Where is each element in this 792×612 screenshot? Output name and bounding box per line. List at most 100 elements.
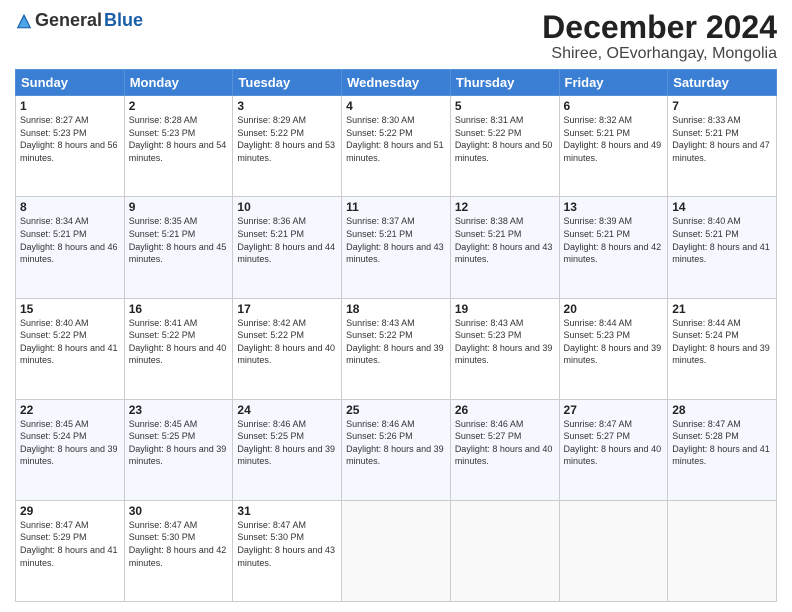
day-number: 9: [129, 200, 229, 214]
day-info: Sunrise: 8:36 AMSunset: 5:21 PMDaylight:…: [237, 215, 337, 265]
calendar-week-row: 8 Sunrise: 8:34 AMSunset: 5:21 PMDayligh…: [16, 197, 777, 298]
table-row: [450, 500, 559, 601]
table-row: 19 Sunrise: 8:43 AMSunset: 5:23 PMDaylig…: [450, 298, 559, 399]
table-row: 21 Sunrise: 8:44 AMSunset: 5:24 PMDaylig…: [668, 298, 777, 399]
day-number: 25: [346, 403, 446, 417]
day-number: 30: [129, 504, 229, 518]
day-info: Sunrise: 8:40 AMSunset: 5:22 PMDaylight:…: [20, 317, 120, 367]
col-thursday: Thursday: [450, 70, 559, 96]
table-row: 1 Sunrise: 8:27 AMSunset: 5:23 PMDayligh…: [16, 96, 125, 197]
table-row: 5 Sunrise: 8:31 AMSunset: 5:22 PMDayligh…: [450, 96, 559, 197]
day-info: Sunrise: 8:27 AMSunset: 5:23 PMDaylight:…: [20, 114, 120, 164]
day-number: 20: [564, 302, 664, 316]
calendar-week-row: 22 Sunrise: 8:45 AMSunset: 5:24 PMDaylig…: [16, 399, 777, 500]
logo-blue-text: Blue: [104, 10, 143, 31]
day-info: Sunrise: 8:39 AMSunset: 5:21 PMDaylight:…: [564, 215, 664, 265]
day-number: 7: [672, 99, 772, 113]
col-saturday: Saturday: [668, 70, 777, 96]
table-row: 11 Sunrise: 8:37 AMSunset: 5:21 PMDaylig…: [342, 197, 451, 298]
table-row: 14 Sunrise: 8:40 AMSunset: 5:21 PMDaylig…: [668, 197, 777, 298]
col-sunday: Sunday: [16, 70, 125, 96]
day-info: Sunrise: 8:31 AMSunset: 5:22 PMDaylight:…: [455, 114, 555, 164]
page: GeneralBlue December 2024 Shiree, OEvorh…: [0, 0, 792, 612]
day-number: 3: [237, 99, 337, 113]
day-info: Sunrise: 8:44 AMSunset: 5:23 PMDaylight:…: [564, 317, 664, 367]
table-row: 6 Sunrise: 8:32 AMSunset: 5:21 PMDayligh…: [559, 96, 668, 197]
table-row: 31 Sunrise: 8:47 AMSunset: 5:30 PMDaylig…: [233, 500, 342, 601]
day-info: Sunrise: 8:43 AMSunset: 5:23 PMDaylight:…: [455, 317, 555, 367]
col-monday: Monday: [124, 70, 233, 96]
logo-icon: [15, 12, 33, 30]
day-number: 15: [20, 302, 120, 316]
day-number: 5: [455, 99, 555, 113]
day-info: Sunrise: 8:43 AMSunset: 5:22 PMDaylight:…: [346, 317, 446, 367]
day-number: 2: [129, 99, 229, 113]
table-row: 29 Sunrise: 8:47 AMSunset: 5:29 PMDaylig…: [16, 500, 125, 601]
day-number: 8: [20, 200, 120, 214]
day-number: 23: [129, 403, 229, 417]
table-row: 18 Sunrise: 8:43 AMSunset: 5:22 PMDaylig…: [342, 298, 451, 399]
table-row: 2 Sunrise: 8:28 AMSunset: 5:23 PMDayligh…: [124, 96, 233, 197]
day-number: 4: [346, 99, 446, 113]
table-row: 24 Sunrise: 8:46 AMSunset: 5:25 PMDaylig…: [233, 399, 342, 500]
day-number: 11: [346, 200, 446, 214]
month-title: December 2024: [542, 10, 777, 45]
table-row: 10 Sunrise: 8:36 AMSunset: 5:21 PMDaylig…: [233, 197, 342, 298]
table-row: 28 Sunrise: 8:47 AMSunset: 5:28 PMDaylig…: [668, 399, 777, 500]
day-info: Sunrise: 8:40 AMSunset: 5:21 PMDaylight:…: [672, 215, 772, 265]
day-info: Sunrise: 8:34 AMSunset: 5:21 PMDaylight:…: [20, 215, 120, 265]
day-info: Sunrise: 8:45 AMSunset: 5:24 PMDaylight:…: [20, 418, 120, 468]
day-info: Sunrise: 8:33 AMSunset: 5:21 PMDaylight:…: [672, 114, 772, 164]
day-info: Sunrise: 8:47 AMSunset: 5:29 PMDaylight:…: [20, 519, 120, 569]
calendar-week-row: 15 Sunrise: 8:40 AMSunset: 5:22 PMDaylig…: [16, 298, 777, 399]
day-number: 12: [455, 200, 555, 214]
table-row: 17 Sunrise: 8:42 AMSunset: 5:22 PMDaylig…: [233, 298, 342, 399]
col-wednesday: Wednesday: [342, 70, 451, 96]
day-number: 27: [564, 403, 664, 417]
day-number: 21: [672, 302, 772, 316]
day-info: Sunrise: 8:44 AMSunset: 5:24 PMDaylight:…: [672, 317, 772, 367]
table-row: 23 Sunrise: 8:45 AMSunset: 5:25 PMDaylig…: [124, 399, 233, 500]
table-row: 8 Sunrise: 8:34 AMSunset: 5:21 PMDayligh…: [16, 197, 125, 298]
day-number: 10: [237, 200, 337, 214]
day-info: Sunrise: 8:46 AMSunset: 5:27 PMDaylight:…: [455, 418, 555, 468]
day-info: Sunrise: 8:47 AMSunset: 5:30 PMDaylight:…: [237, 519, 337, 569]
day-info: Sunrise: 8:38 AMSunset: 5:21 PMDaylight:…: [455, 215, 555, 265]
day-info: Sunrise: 8:45 AMSunset: 5:25 PMDaylight:…: [129, 418, 229, 468]
day-number: 13: [564, 200, 664, 214]
table-row: 25 Sunrise: 8:46 AMSunset: 5:26 PMDaylig…: [342, 399, 451, 500]
day-number: 16: [129, 302, 229, 316]
day-info: Sunrise: 8:32 AMSunset: 5:21 PMDaylight:…: [564, 114, 664, 164]
table-row: 30 Sunrise: 8:47 AMSunset: 5:30 PMDaylig…: [124, 500, 233, 601]
day-number: 31: [237, 504, 337, 518]
day-number: 22: [20, 403, 120, 417]
day-info: Sunrise: 8:47 AMSunset: 5:27 PMDaylight:…: [564, 418, 664, 468]
day-info: Sunrise: 8:30 AMSunset: 5:22 PMDaylight:…: [346, 114, 446, 164]
table-row: 27 Sunrise: 8:47 AMSunset: 5:27 PMDaylig…: [559, 399, 668, 500]
table-row: 26 Sunrise: 8:46 AMSunset: 5:27 PMDaylig…: [450, 399, 559, 500]
table-row: 9 Sunrise: 8:35 AMSunset: 5:21 PMDayligh…: [124, 197, 233, 298]
table-row: 20 Sunrise: 8:44 AMSunset: 5:23 PMDaylig…: [559, 298, 668, 399]
table-row: 16 Sunrise: 8:41 AMSunset: 5:22 PMDaylig…: [124, 298, 233, 399]
calendar-week-row: 29 Sunrise: 8:47 AMSunset: 5:29 PMDaylig…: [16, 500, 777, 601]
day-number: 14: [672, 200, 772, 214]
day-number: 6: [564, 99, 664, 113]
day-info: Sunrise: 8:28 AMSunset: 5:23 PMDaylight:…: [129, 114, 229, 164]
table-row: [342, 500, 451, 601]
calendar-week-row: 1 Sunrise: 8:27 AMSunset: 5:23 PMDayligh…: [16, 96, 777, 197]
day-info: Sunrise: 8:46 AMSunset: 5:25 PMDaylight:…: [237, 418, 337, 468]
table-row: 3 Sunrise: 8:29 AMSunset: 5:22 PMDayligh…: [233, 96, 342, 197]
header: GeneralBlue December 2024 Shiree, OEvorh…: [15, 10, 777, 63]
day-info: Sunrise: 8:42 AMSunset: 5:22 PMDaylight:…: [237, 317, 337, 367]
table-row: 4 Sunrise: 8:30 AMSunset: 5:22 PMDayligh…: [342, 96, 451, 197]
title-area: December 2024 Shiree, OEvorhangay, Mongo…: [542, 10, 777, 63]
day-number: 1: [20, 99, 120, 113]
day-number: 18: [346, 302, 446, 316]
table-row: [559, 500, 668, 601]
day-info: Sunrise: 8:37 AMSunset: 5:21 PMDaylight:…: [346, 215, 446, 265]
table-row: [668, 500, 777, 601]
table-row: 13 Sunrise: 8:39 AMSunset: 5:21 PMDaylig…: [559, 197, 668, 298]
col-friday: Friday: [559, 70, 668, 96]
day-number: 28: [672, 403, 772, 417]
day-number: 26: [455, 403, 555, 417]
